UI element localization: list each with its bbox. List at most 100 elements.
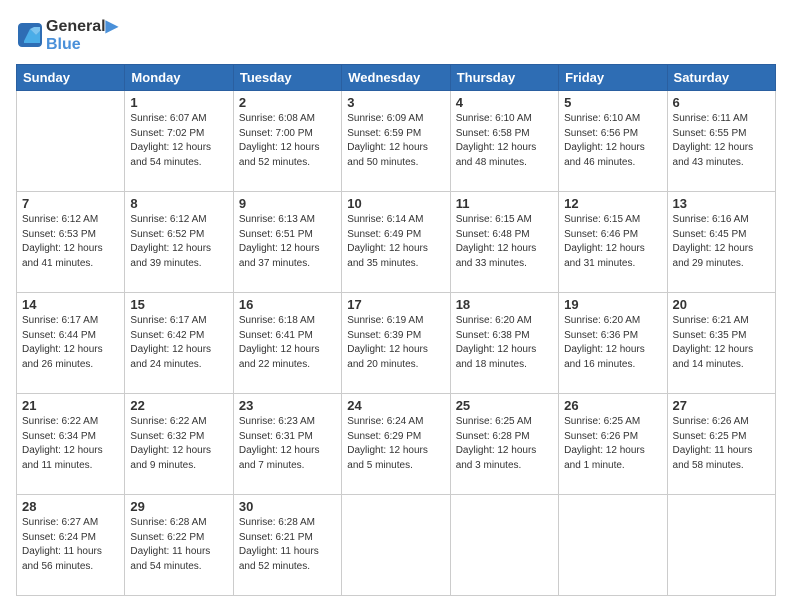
cell-info: Sunrise: 6:20 AM Sunset: 6:36 PM Dayligh… — [564, 314, 661, 372]
cell-info: Sunrise: 6:07 AM Sunset: 7:02 PM Dayligh… — [130, 112, 227, 170]
day-header-sunday: Sunday — [17, 65, 125, 91]
day-number: 27 — [673, 398, 770, 413]
calendar-cell: 5Sunrise: 6:10 AM Sunset: 6:56 PM Daylig… — [559, 91, 667, 192]
calendar-cell: 25Sunrise: 6:25 AM Sunset: 6:28 PM Dayli… — [450, 394, 558, 495]
logo-icon — [16, 21, 44, 49]
calendar-cell: 6Sunrise: 6:11 AM Sunset: 6:55 PM Daylig… — [667, 91, 775, 192]
day-number: 24 — [347, 398, 444, 413]
day-number: 10 — [347, 196, 444, 211]
day-number: 13 — [673, 196, 770, 211]
day-header-friday: Friday — [559, 65, 667, 91]
day-header-tuesday: Tuesday — [233, 65, 341, 91]
calendar-cell: 7 Sunrise: 6:12 AM Sunset: 6:53 PM Daylig… — [17, 192, 125, 293]
day-number: 17 — [347, 297, 444, 312]
calendar-cell: 20 Sunrise: 6:21 AM Sunset: 6:35 PM Dayli… — [667, 293, 775, 394]
calendar-cell: 23 Sunrise: 6:23 AM Sunset: 6:31 PM Dayli… — [233, 394, 341, 495]
calendar-cell: 4 Sunrise: 6:10 AM Sunset: 6:58 PM Daylig… — [450, 91, 558, 192]
day-number: 1 — [130, 95, 227, 110]
cell-info: Sunrise: 6:15 AM Sunset: 6:48 PM Dayligh… — [456, 213, 553, 271]
week-row-2: 7 Sunrise: 6:12 AM Sunset: 6:53 PM Daylig… — [17, 192, 776, 293]
calendar-cell: 27 Sunrise: 6:26 AM Sunset: 6:25 PM Dayli… — [667, 394, 775, 495]
page: General▶ Blue SundayMondayTuesdayWednesd… — [0, 0, 792, 612]
day-number: 15 — [130, 297, 227, 312]
day-number: 16 — [239, 297, 336, 312]
calendar-cell: 28 Sunrise: 6:27 AM Sunset: 6:24 PM Dayli… — [17, 495, 125, 596]
calendar-cell: 13 Sunrise: 6:16 AM Sunset: 6:45 PM Dayli… — [667, 192, 775, 293]
calendar-table: SundayMondayTuesdayWednesdayThursdayFrid… — [16, 64, 776, 596]
week-row-1: 1 Sunrise: 6:07 AM Sunset: 7:02 PM Daylig… — [17, 91, 776, 192]
logo-text: General▶ Blue — [46, 16, 118, 54]
cell-info: Sunrise: 6:25 AM Sunset: 6:26 PM Dayligh… — [564, 415, 661, 473]
calendar-cell — [17, 91, 125, 192]
cell-info: Sunrise: 6:25 AM Sunset: 6:28 PM Dayligh… — [456, 415, 553, 473]
cell-info: Sunrise: 6:17 AM Sunset: 6:42 PM Dayligh… — [130, 314, 227, 372]
day-header-thursday: Thursday — [450, 65, 558, 91]
cell-info: Sunrise: 6:16 AM Sunset: 6:45 PM Dayligh… — [673, 213, 770, 271]
calendar-cell: 14Sunrise: 6:17 AM Sunset: 6:44 PM Dayli… — [17, 293, 125, 394]
day-header-saturday: Saturday — [667, 65, 775, 91]
day-number: 22 — [130, 398, 227, 413]
day-number: 9 — [239, 196, 336, 211]
cell-info: Sunrise: 6:26 AM Sunset: 6:25 PM Dayligh… — [673, 415, 770, 473]
day-number: 20 — [673, 297, 770, 312]
header: General▶ Blue — [16, 16, 776, 54]
day-number: 11 — [456, 196, 553, 211]
cell-info: Sunrise: 6:15 AM Sunset: 6:46 PM Dayligh… — [564, 213, 661, 271]
calendar-cell — [342, 495, 450, 596]
cell-info: Sunrise: 6:10 AM Sunset: 6:56 PM Dayligh… — [564, 112, 661, 170]
logo: General▶ Blue — [16, 16, 118, 54]
day-number: 23 — [239, 398, 336, 413]
calendar-cell: 26 Sunrise: 6:25 AM Sunset: 6:26 PM Dayli… — [559, 394, 667, 495]
cell-info: Sunrise: 6:18 AM Sunset: 6:41 PM Dayligh… — [239, 314, 336, 372]
calendar-cell — [450, 495, 558, 596]
calendar-cell: 29Sunrise: 6:28 AM Sunset: 6:22 PM Dayli… — [125, 495, 233, 596]
calendar-cell: 11 Sunrise: 6:15 AM Sunset: 6:48 PM Dayli… — [450, 192, 558, 293]
cell-info: Sunrise: 6:10 AM Sunset: 6:58 PM Dayligh… — [456, 112, 553, 170]
day-number: 3 — [347, 95, 444, 110]
cell-info: Sunrise: 6:12 AM Sunset: 6:53 PM Dayligh… — [22, 213, 119, 271]
calendar-cell: 10 Sunrise: 6:14 AM Sunset: 6:49 PM Dayli… — [342, 192, 450, 293]
day-header-monday: Monday — [125, 65, 233, 91]
cell-info: Sunrise: 6:08 AM Sunset: 7:00 PM Dayligh… — [239, 112, 336, 170]
calendar-cell — [667, 495, 775, 596]
calendar-cell: 12 Sunrise: 6:15 AM Sunset: 6:46 PM Dayli… — [559, 192, 667, 293]
cell-info: Sunrise: 6:22 AM Sunset: 6:34 PM Dayligh… — [22, 415, 119, 473]
cell-info: Sunrise: 6:09 AM Sunset: 6:59 PM Dayligh… — [347, 112, 444, 170]
calendar-cell: 22 Sunrise: 6:22 AM Sunset: 6:32 PM Dayli… — [125, 394, 233, 495]
day-number: 7 — [22, 196, 119, 211]
calendar-cell: 9Sunrise: 6:13 AM Sunset: 6:51 PM Daylig… — [233, 192, 341, 293]
calendar-cell: 24 Sunrise: 6:24 AM Sunset: 6:29 PM Dayli… — [342, 394, 450, 495]
day-number: 30 — [239, 499, 336, 514]
day-number: 12 — [564, 196, 661, 211]
calendar-cell: 8 Sunrise: 6:12 AM Sunset: 6:52 PM Daylig… — [125, 192, 233, 293]
cell-info: Sunrise: 6:12 AM Sunset: 6:52 PM Dayligh… — [130, 213, 227, 271]
day-number: 6 — [673, 95, 770, 110]
day-number: 4 — [456, 95, 553, 110]
day-number: 26 — [564, 398, 661, 413]
calendar-cell: 21Sunrise: 6:22 AM Sunset: 6:34 PM Dayli… — [17, 394, 125, 495]
calendar-cell: 16 Sunrise: 6:18 AM Sunset: 6:41 PM Dayli… — [233, 293, 341, 394]
calendar-cell: 15 Sunrise: 6:17 AM Sunset: 6:42 PM Dayli… — [125, 293, 233, 394]
calendar-cell: 30 Sunrise: 6:28 AM Sunset: 6:21 PM Dayli… — [233, 495, 341, 596]
cell-info: Sunrise: 6:24 AM Sunset: 6:29 PM Dayligh… — [347, 415, 444, 473]
cell-info: Sunrise: 6:23 AM Sunset: 6:31 PM Dayligh… — [239, 415, 336, 473]
day-header-wednesday: Wednesday — [342, 65, 450, 91]
cell-info: Sunrise: 6:27 AM Sunset: 6:24 PM Dayligh… — [22, 516, 119, 574]
cell-info: Sunrise: 6:17 AM Sunset: 6:44 PM Dayligh… — [22, 314, 119, 372]
cell-info: Sunrise: 6:21 AM Sunset: 6:35 PM Dayligh… — [673, 314, 770, 372]
calendar-cell — [559, 495, 667, 596]
calendar-cell: 2 Sunrise: 6:08 AM Sunset: 7:00 PM Daylig… — [233, 91, 341, 192]
day-number: 28 — [22, 499, 119, 514]
day-number: 8 — [130, 196, 227, 211]
cell-info: Sunrise: 6:20 AM Sunset: 6:38 PM Dayligh… — [456, 314, 553, 372]
cell-info: Sunrise: 6:22 AM Sunset: 6:32 PM Dayligh… — [130, 415, 227, 473]
cell-info: Sunrise: 6:28 AM Sunset: 6:21 PM Dayligh… — [239, 516, 336, 574]
week-row-3: 14Sunrise: 6:17 AM Sunset: 6:44 PM Dayli… — [17, 293, 776, 394]
cell-info: Sunrise: 6:28 AM Sunset: 6:22 PM Dayligh… — [130, 516, 227, 574]
calendar-cell: 18Sunrise: 6:20 AM Sunset: 6:38 PM Dayli… — [450, 293, 558, 394]
calendar-cell: 3 Sunrise: 6:09 AM Sunset: 6:59 PM Daylig… — [342, 91, 450, 192]
week-row-5: 28 Sunrise: 6:27 AM Sunset: 6:24 PM Dayli… — [17, 495, 776, 596]
calendar-cell: 17Sunrise: 6:19 AM Sunset: 6:39 PM Dayli… — [342, 293, 450, 394]
day-number: 2 — [239, 95, 336, 110]
cell-info: Sunrise: 6:14 AM Sunset: 6:49 PM Dayligh… — [347, 213, 444, 271]
